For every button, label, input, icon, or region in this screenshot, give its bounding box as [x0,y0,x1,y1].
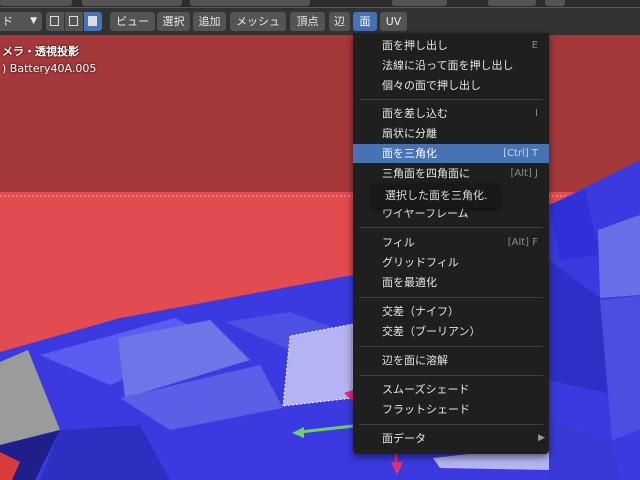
menu-item-intersect-knife[interactable]: 交差（ナイフ） [353,302,549,321]
top-toolbar-strip [0,0,640,7]
object-name-label: ) Battery40A.005 [2,62,97,75]
menu-item-fill[interactable]: フィル [Alt] F [353,233,549,252]
menu-select[interactable]: 選択 [157,12,190,31]
menu-item-intersect-boolean[interactable]: 交差（ブーリアン） [353,322,549,341]
chevron-down-icon: ▼ [30,16,37,26]
menu-vertex[interactable]: 頂点 [290,12,325,31]
menu-item-label: 交差（ブーリアン） [382,325,481,338]
menu-item-label: グリッドフィル [382,256,459,269]
menu-separator [359,99,543,100]
menu-mesh[interactable]: メッシュ [230,12,286,31]
mode-dropdown[interactable]: ド ▼ [0,12,42,31]
top-field[interactable] [392,0,447,6]
top-field[interactable] [545,0,565,6]
menu-item-shortcut: [Alt] J [510,168,538,179]
view-name-label: メラ・透視投影 [2,45,79,58]
menu-item-label: ワイヤーフレーム [382,207,469,220]
menu-item-inset-faces[interactable]: 面を差し込む I [353,104,549,123]
menu-item-label: 交差（ナイフ） [382,305,459,318]
menu-item-label: 辺を面に溶解 [382,354,448,367]
menu-separator [359,424,543,425]
top-field[interactable] [82,0,182,6]
menu-item-label: スムーズシェード [382,383,470,396]
menu-item-shortcut: I [535,108,538,119]
menu-item-poke-faces[interactable]: 扇状に分離 [353,124,549,143]
menu-item-weld-edges-into-faces[interactable]: 辺を面に溶解 [353,351,549,370]
menu-item-extrude-individual[interactable]: 個々の面で押し出し [353,76,549,95]
menu-item-shortcut: [Alt] F [507,237,538,248]
menu-separator [359,346,543,347]
menu-separator [359,227,543,228]
menu-item-label: 面を三角化 [382,147,437,160]
menu-item-label: 扇状に分離 [382,127,437,140]
menu-separator [359,297,543,298]
menu-separator [359,375,543,376]
menu-item-triangulate-faces[interactable]: 面を三角化 [Ctrl] T [353,144,549,163]
menu-item-grid-fill[interactable]: グリッドフィル [353,253,549,272]
edge-select-icon [69,16,78,26]
menu-item-label: 法線に沿って面を押し出し [382,59,514,72]
menu-item-label: 面を押し出し [382,39,448,52]
edge-select-mode-button[interactable] [65,12,83,31]
menu-item-shade-flat[interactable]: フラットシェード [353,400,549,419]
menu-item-label: フラットシェード [382,403,470,416]
menu-item-label: フィル [382,236,415,249]
submenu-arrow-icon: ▶ [538,433,545,443]
menu-item-label: 個々の面で押し出し [382,79,481,92]
vertex-select-mode-button[interactable] [46,12,64,31]
vertex-select-icon [50,16,59,26]
menu-item-tris-to-quads[interactable]: 三角面を四角面に [Alt] J [353,164,549,183]
menu-item-face-data[interactable]: 面データ ▶ [353,429,549,448]
menu-item-shortcut: E [531,40,538,51]
menu-item-shortcut: [Ctrl] T [503,148,538,159]
menu-item-label: 面データ [382,432,426,445]
tooltip: 選択した面を三角化. [372,184,499,208]
menu-item-label: 面を差し込む [382,107,448,120]
face-menu: 面を押し出し E 法線に沿って面を押し出し 個々の面で押し出し 面を差し込む I… [353,33,549,454]
menu-add[interactable]: 追加 [193,12,226,31]
face-select-icon [88,16,97,26]
menu-face[interactable]: 面 [353,12,377,31]
menu-uv[interactable]: UV [380,12,407,31]
menu-item-shade-smooth[interactable]: スムーズシェード [353,380,549,399]
face-select-mode-button[interactable] [84,12,102,31]
top-field[interactable] [488,0,536,6]
menu-item-extrude-along-normals[interactable]: 法線に沿って面を押し出し [353,56,549,75]
menu-edge[interactable]: 辺 [329,12,350,31]
menu-item-label: 三角面を四角面に [382,167,470,180]
menu-item-extrude-faces[interactable]: 面を押し出し E [353,36,549,55]
selected-face [282,323,354,407]
top-field[interactable] [0,0,72,6]
mode-dropdown-label: ド [2,15,13,28]
viewport-header: ド ▼ ビュー 選択 追加 メッシュ 頂点 辺 面 UV [0,8,640,35]
menu-view[interactable]: ビュー [110,12,155,31]
menu-item-beautify-faces[interactable]: 面を最適化 [353,273,549,292]
top-field[interactable] [190,0,310,6]
menu-item-label: 面を最適化 [382,276,437,289]
